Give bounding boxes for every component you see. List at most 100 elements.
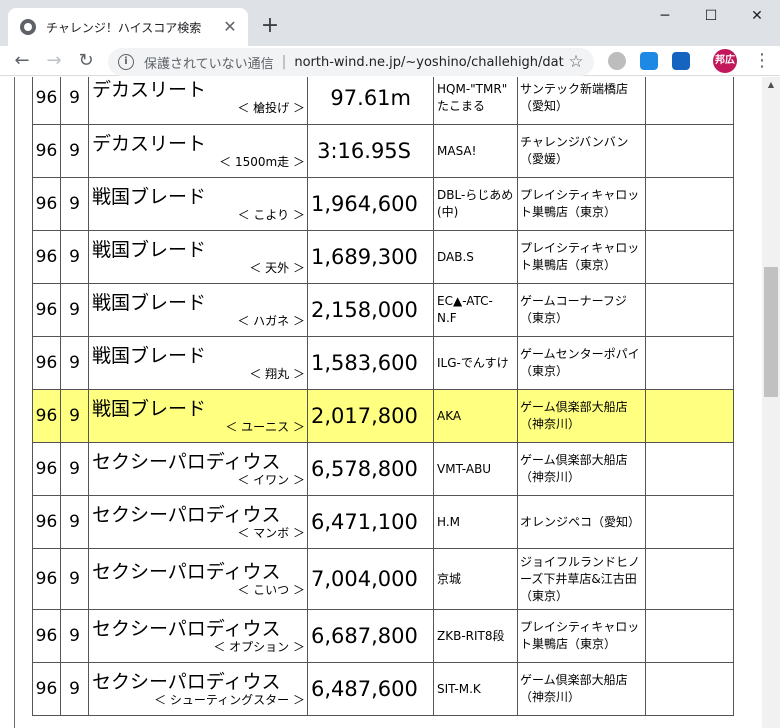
info-icon[interactable]: i: [118, 54, 134, 70]
security-label: 保護されていない通信: [144, 56, 274, 72]
table-row: 96 9 戦国ブレード ＜ 天外 ＞ 1,689,300 DAB.S プレイシティキャロット…: [32, 230, 734, 284]
close-icon[interactable]: ✕: [220, 17, 240, 37]
minimize-button[interactable]: ─: [642, 0, 688, 32]
star-icon[interactable]: ☆: [564, 52, 588, 72]
extension-message-icon[interactable]: [672, 52, 690, 70]
cell-extra: [645, 230, 734, 284]
cell-no: 96: [32, 336, 61, 390]
game-variant: ＜ マンボ ＞: [237, 525, 305, 540]
cell-player: ILG-でんすけ: [433, 336, 518, 390]
cell-player: MASA!: [433, 124, 518, 178]
cell-sub-no: 9: [60, 177, 89, 231]
table-row: 96 9 セクシーパロディウス＜ こいつ ＞ 7,004,000 京城 ジョイフルランドヒ…: [32, 548, 734, 610]
game-variant: ＜ 槍投げ ＞: [237, 101, 305, 115]
cell-extra: [645, 77, 734, 125]
cell-sub-no: 9: [60, 77, 89, 125]
score-table: 96 9 デカスリート＜ 槍投げ ＞ 97.61m HQM-"TMR" たこまる サンテック…: [32, 77, 734, 716]
cell-sub-no: 9: [60, 609, 89, 663]
scroll-up-arrow-icon[interactable]: ▲: [762, 77, 780, 93]
cell-sub-no: 9: [60, 230, 89, 284]
cell-no: 96: [32, 389, 61, 443]
game-title: セクシーパロディウス: [92, 503, 281, 526]
cell-no: 96: [32, 495, 61, 549]
cell-no: 96: [32, 177, 61, 231]
avatar[interactable]: 邦広: [713, 49, 737, 73]
back-arrow-icon[interactable]: ←: [10, 49, 34, 73]
cell-no: 96: [32, 77, 61, 125]
cell-sub-no: 9: [60, 389, 89, 443]
cell-shop: チャレンジバンバン （愛媛）: [517, 124, 646, 178]
cell-shop: ゲーム倶楽部大船店 （神奈川）: [517, 389, 646, 443]
cell-game: 戦国ブレード ＜ こより ＞: [88, 177, 308, 231]
extension-chat-icon[interactable]: [608, 52, 626, 70]
cell-player: HQM-"TMR" たこまる: [433, 77, 518, 125]
cell-game: デカスリート ＜ 1500m走 ＞: [88, 124, 308, 178]
cell-game: 戦国ブレード ＜ 天外 ＞: [88, 230, 308, 284]
cell-no: 96: [32, 442, 61, 496]
game-title: 戦国ブレード: [92, 397, 207, 420]
cell-sub-no: 9: [60, 124, 89, 178]
game-title: デカスリート: [92, 132, 207, 155]
new-tab-button[interactable]: +: [258, 14, 282, 38]
cell-extra: [645, 124, 734, 178]
maximize-button[interactable]: ☐: [688, 0, 734, 32]
cell-score: 1,964,600: [307, 177, 434, 231]
table-row: 96 9 戦国ブレード ＜ 翔丸 ＞ 1,583,600 ILG-でんすけ ゲームセンターポ…: [32, 336, 734, 390]
cell-score: 6,687,800: [307, 609, 434, 663]
cell-score: 2,017,800: [307, 389, 434, 443]
game-title: セクシーパロディウス: [92, 670, 281, 693]
table-row: 96 9 戦国ブレード ＜ ユーニス ＞ 2,017,800 AKA ゲーム倶楽部大船店 （神…: [32, 389, 734, 443]
game-title: デカスリート: [92, 79, 207, 101]
cell-shop: プレイシティキャロッ ト巣鴨店（東京）: [517, 177, 646, 231]
game-variant: ＜ ハガネ ＞: [237, 313, 305, 328]
vertical-scrollbar[interactable]: ▲: [762, 77, 780, 728]
game-title: セクシーパロディウス: [92, 450, 281, 473]
cell-game: 戦国ブレード ＜ 翔丸 ＞: [88, 336, 308, 390]
cell-score: 6,578,800: [307, 442, 434, 496]
cell-game: セクシーパロディウス＜ オプション ＞: [88, 609, 308, 663]
cell-game: セクシーパロディウス＜ マンボ ＞: [88, 495, 308, 549]
table-row: 96 9 戦国ブレード ＜ ハガネ ＞ 2,158,000 EC▲-ATC- N.F ゲームコ…: [32, 283, 734, 337]
extension-b-icon[interactable]: [640, 52, 658, 70]
forward-arrow-icon[interactable]: →: [42, 49, 66, 73]
cell-shop: オレンジペコ（愛知）: [517, 495, 646, 549]
cell-extra: [645, 609, 734, 663]
browser-toolbar: ← → ↻ i 保護されていない通信 | north-wind.ne.jp/~y…: [0, 46, 780, 76]
reload-icon[interactable]: ↻: [74, 49, 98, 73]
cell-shop: サンテック新端橋店 （愛知）: [517, 77, 646, 125]
cell-player: DAB.S: [433, 230, 518, 284]
cell-extra: [645, 336, 734, 390]
cell-shop: ゲーム倶楽部大船店 （神奈川）: [517, 442, 646, 496]
cell-no: 96: [32, 230, 61, 284]
separator: |: [281, 54, 287, 70]
browser-tab[interactable]: チャレンジ！ハイスコア検索 ✕: [8, 8, 248, 46]
cell-player: ZKB-RIT8段: [433, 609, 518, 663]
table-row: 96 9 セクシーパロディウス＜ オプション ＞ 6,687,800 ZKB-RIT8段…: [32, 609, 734, 663]
address-bar[interactable]: i 保護されていない通信 | north-wind.ne.jp/~yoshino…: [108, 48, 594, 76]
game-variant: ＜ 翔丸 ＞: [249, 366, 305, 381]
game-title: 戦国ブレード: [92, 291, 207, 314]
window-close-button[interactable]: ✕: [734, 0, 780, 32]
kebab-menu-icon[interactable]: ⋮: [752, 49, 772, 73]
cell-sub-no: 9: [60, 495, 89, 549]
cell-sub-no: 9: [60, 662, 89, 716]
cell-score: 3:16.95S: [307, 124, 434, 178]
cell-score: 1,583,600: [307, 336, 434, 390]
cell-score: 7,004,000: [307, 548, 434, 610]
table-row: 96 9 セクシーパロディウス＜ マンボ ＞ 6,471,100 H.M オレンジペコ（愛…: [32, 495, 734, 549]
cell-player: H.M: [433, 495, 518, 549]
scroll-thumb[interactable]: [764, 267, 778, 397]
cell-sub-no: 9: [60, 442, 89, 496]
cell-player: 京城: [433, 548, 518, 610]
cell-extra: [645, 548, 734, 610]
game-variant: ＜ シューティングスター ＞: [154, 692, 305, 707]
frame-border: [14, 77, 15, 728]
cell-extra: [645, 662, 734, 716]
cell-score: 2,158,000: [307, 283, 434, 337]
cell-player: VMT-ABU: [433, 442, 518, 496]
game-variant: ＜ ユーニス ＞: [225, 419, 305, 434]
url-text[interactable]: north-wind.ne.jp/~yoshino/challehigh/dat…: [294, 55, 564, 70]
cell-extra: [645, 389, 734, 443]
cell-shop: プレイシティキャロッ ト巣鴨店（東京）: [517, 609, 646, 663]
game-title: 戦国ブレード: [92, 344, 207, 367]
